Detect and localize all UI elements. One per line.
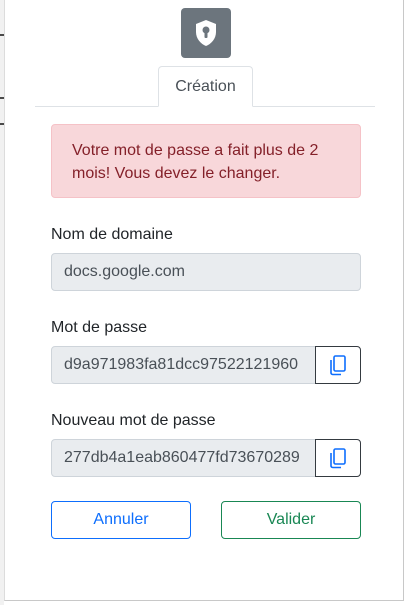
password-field[interactable] xyxy=(51,346,316,384)
new-password-field[interactable] xyxy=(51,439,316,477)
password-label: Mot de passe xyxy=(51,319,148,336)
copy-new-password-button[interactable] xyxy=(315,439,361,477)
submit-button[interactable]: Valider xyxy=(221,501,361,539)
domain-label: Nom de domaine xyxy=(51,226,173,243)
domain-field[interactable] xyxy=(51,253,361,291)
copy-icon xyxy=(330,448,346,469)
copy-password-button[interactable] xyxy=(315,346,361,384)
password-age-alert: Votre mot de passe a fait plus de 2 mois… xyxy=(51,124,361,198)
shield-logo-icon xyxy=(181,8,231,58)
new-password-label: Nouveau mot de passe xyxy=(51,412,216,429)
cancel-button[interactable]: Annuler xyxy=(51,501,191,539)
tab-creation[interactable]: Création xyxy=(158,66,253,107)
copy-icon xyxy=(330,355,346,376)
extension-popup: Création Votre mot de passe a fait plus … xyxy=(4,0,404,601)
